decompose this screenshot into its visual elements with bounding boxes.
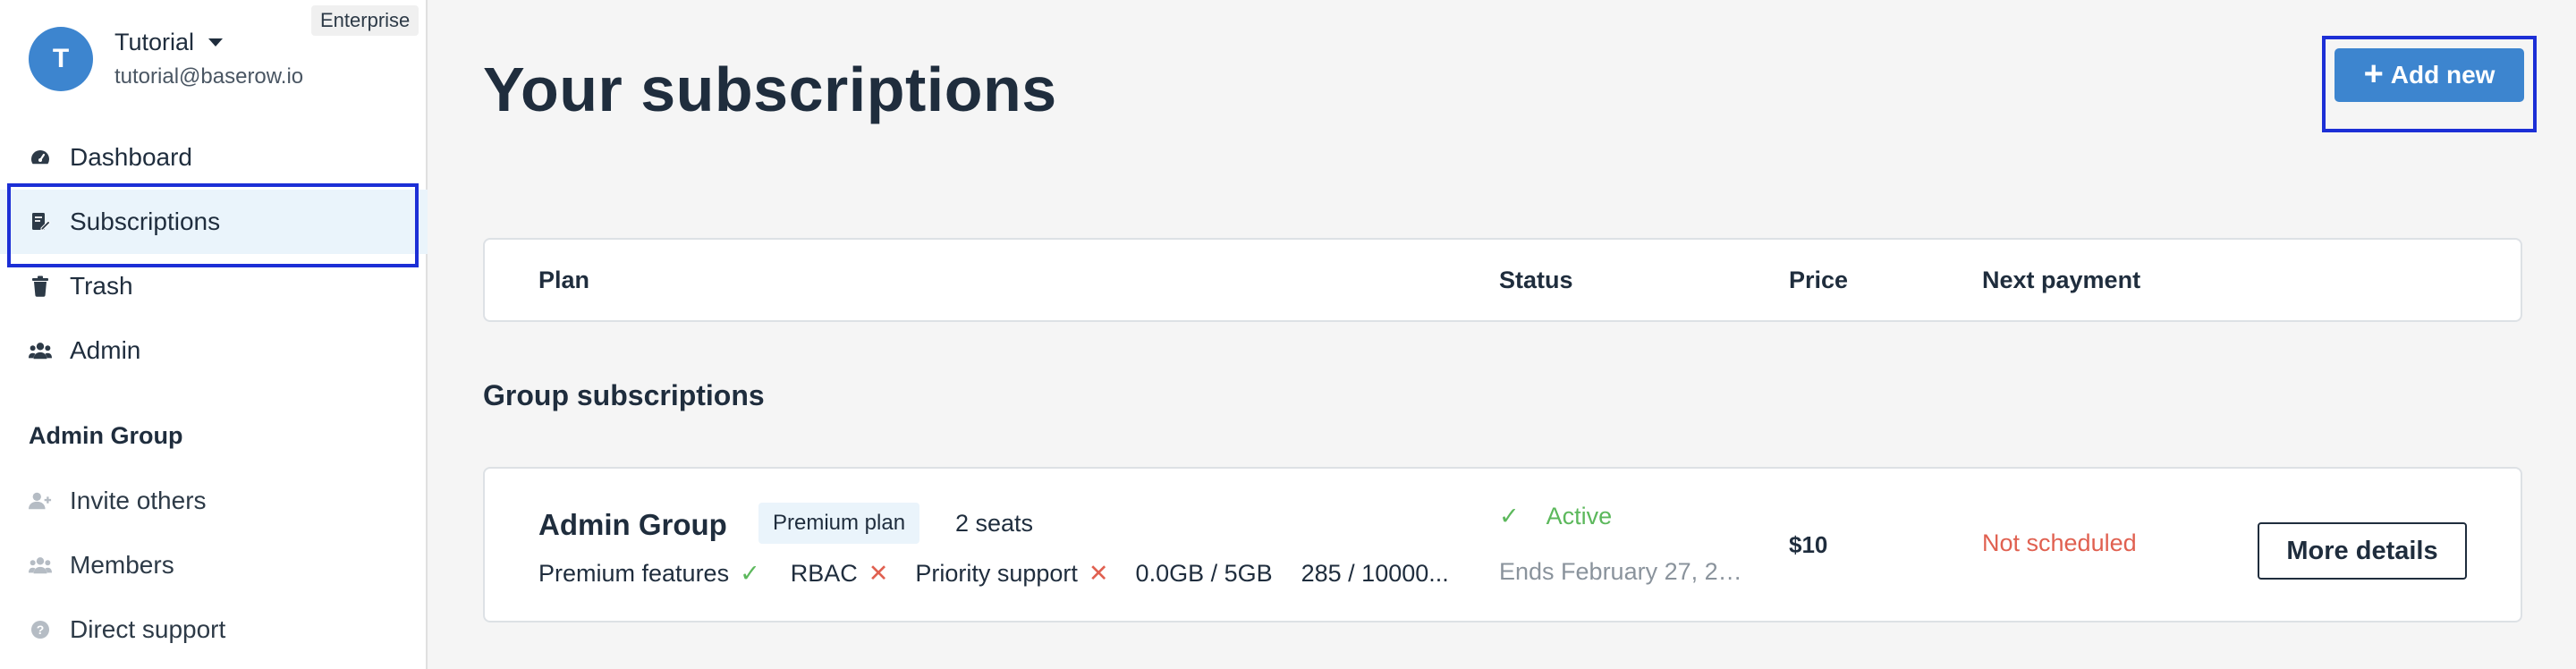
column-header-status: Status <box>1499 267 1573 293</box>
enterprise-badge: Enterprise <box>311 5 419 36</box>
sidebar-item-label: Dashboard <box>70 143 192 171</box>
feature-premium: Premium features <box>538 560 730 587</box>
add-new-button[interactable]: + Add new <box>2334 48 2524 102</box>
column-header-next-payment: Next payment <box>1982 267 2141 293</box>
group-nav: Invite others Members ? Direct support <box>0 469 428 662</box>
feature-priority-support: Priority support <box>915 560 1078 587</box>
column-header-price: Price <box>1789 267 1849 293</box>
table-header: Plan Status Price Next payment <box>483 238 2522 322</box>
dashboard-icon <box>29 146 52 169</box>
status-label: Active <box>1546 503 1613 529</box>
sidebar-item-label: Admin <box>70 336 141 364</box>
add-new-highlight: + Add new <box>2322 36 2537 132</box>
subscription-row: Admin Group Premium plan 2 seats Premium… <box>483 467 2522 622</box>
avatar[interactable]: T <box>29 27 93 91</box>
add-new-label: Add new <box>2390 61 2496 89</box>
sidebar-item-dashboard[interactable]: Dashboard <box>0 125 428 190</box>
column-header-plan: Plan <box>538 267 590 293</box>
subscriptions-icon <box>29 210 52 233</box>
main-content: Your subscriptions + Add new Plan Status… <box>429 0 2576 669</box>
cross-icon: ✕ <box>868 560 889 587</box>
page-title: Your subscriptions <box>483 55 1057 124</box>
group-section-title: Admin Group <box>29 422 183 449</box>
sidebar-item-label: Trash <box>70 272 133 300</box>
help-icon: ? <box>29 618 52 641</box>
sidebar-item-label: Members <box>70 551 174 579</box>
plus-icon: + <box>2363 55 2384 93</box>
sidebar-item-invite-others[interactable]: Invite others <box>0 469 428 533</box>
sidebar-item-trash[interactable]: Trash <box>0 254 428 318</box>
sidebar-item-members[interactable]: Members <box>0 533 428 597</box>
storage-usage: 0.0GB / 5GB <box>1135 560 1273 587</box>
row-usage: 285 / 10000... <box>1301 560 1449 587</box>
invite-user-icon <box>29 489 52 512</box>
group-subscriptions-title: Group subscriptions <box>483 379 765 411</box>
account-switcher[interactable]: Tutorial <box>114 29 224 56</box>
sidebar-item-subscriptions[interactable]: Subscriptions <box>0 183 428 267</box>
account-email: tutorial@baserow.io <box>114 64 304 89</box>
subscription-name: Admin Group <box>538 508 727 541</box>
sidebar-item-label: Invite others <box>70 487 207 514</box>
check-icon: ✓ <box>1499 503 1520 529</box>
seats-count: 2 seats <box>955 510 1034 537</box>
trash-icon <box>29 275 52 298</box>
main-nav: Dashboard Subscriptions Trash Admin <box>0 125 428 383</box>
caret-down-icon <box>208 38 224 47</box>
check-icon: ✓ <box>740 560 760 587</box>
sidebar: T Tutorial tutorial@baserow.io Enterpris… <box>0 0 428 669</box>
feature-rbac: RBAC <box>790 560 858 587</box>
account-name: Tutorial <box>114 29 195 55</box>
cross-icon: ✕ <box>1088 560 1109 587</box>
more-details-button[interactable]: More details <box>2258 522 2467 580</box>
status: ✓ Active <box>1499 503 1612 530</box>
next-payment: Not scheduled <box>1982 529 2137 556</box>
sidebar-item-admin[interactable]: Admin <box>0 318 428 383</box>
svg-text:?: ? <box>37 622 45 637</box>
sidebar-item-label: Direct support <box>70 615 226 643</box>
sidebar-item-direct-support[interactable]: ? Direct support <box>0 597 428 662</box>
admin-icon <box>29 339 52 362</box>
price: $10 <box>1789 531 1828 558</box>
status-end-date: Ends February 27, 20... <box>1499 558 1746 585</box>
sidebar-item-label: Subscriptions <box>70 207 221 235</box>
members-icon <box>29 554 52 577</box>
feature-list: Premium features ✓ RBAC ✕ Priority suppo… <box>538 560 1460 588</box>
plan-badge: Premium plan <box>758 503 920 544</box>
